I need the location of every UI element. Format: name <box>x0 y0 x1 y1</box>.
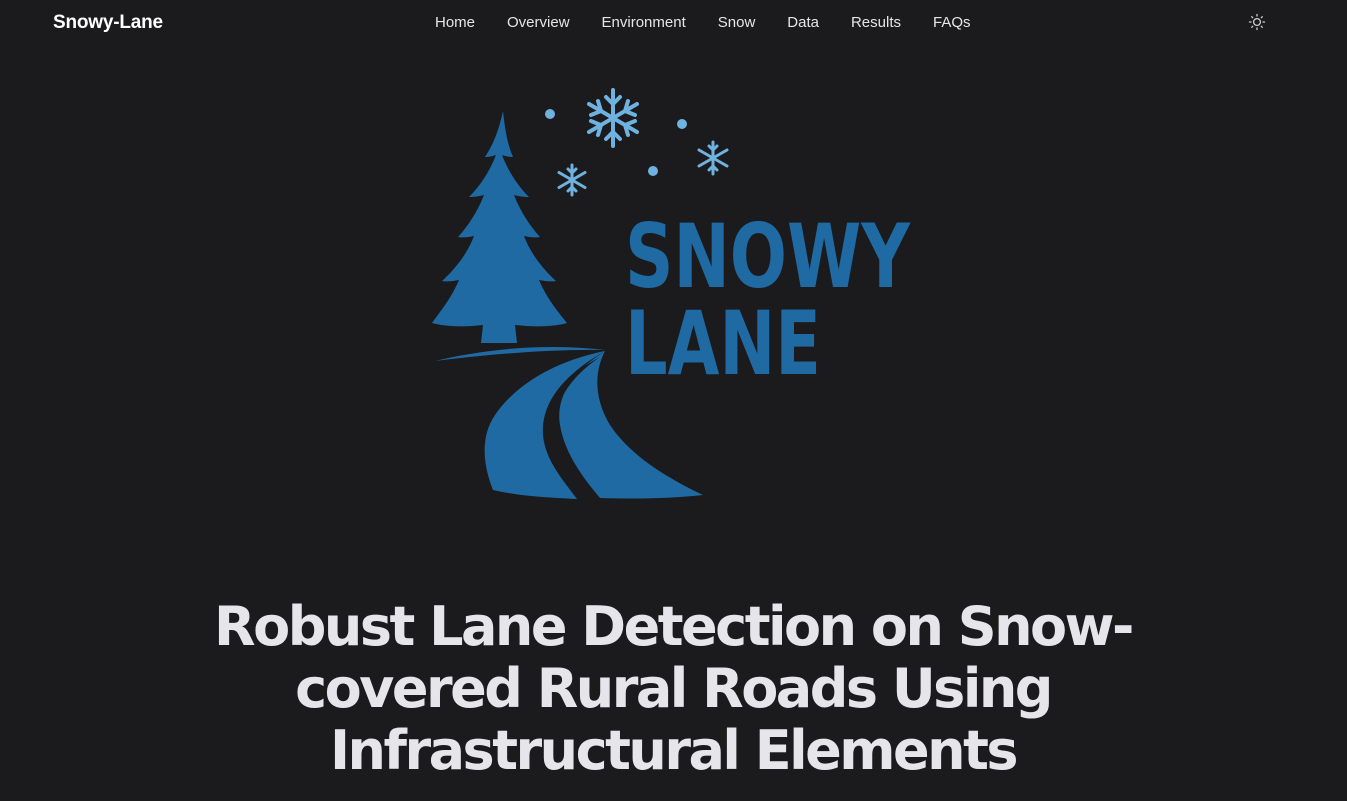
navbar: Snowy-Lane Home Overview Environment Sno… <box>0 0 1347 46</box>
snowflake-icon <box>697 140 729 176</box>
brand-link[interactable]: Snowy-Lane <box>53 12 163 34</box>
snowy-lane-logo: SNOWY LANE <box>425 85 925 505</box>
logo-word-lane: LANE <box>625 292 821 395</box>
nav-link-data[interactable]: Data <box>787 14 819 31</box>
hero-title: Robust Lane Detection on Snow-covered Ru… <box>214 595 1134 782</box>
nav-link-results[interactable]: Results <box>851 14 901 31</box>
snowflake-icon <box>557 163 587 197</box>
pine-tree-icon <box>432 111 567 343</box>
nav-link-home[interactable]: Home <box>435 14 475 31</box>
nav-link-overview[interactable]: Overview <box>507 14 570 31</box>
sun-icon <box>1248 13 1266 31</box>
nav-link-faqs[interactable]: FAQs <box>933 14 971 31</box>
nav-link-snow[interactable]: Snow <box>718 14 756 31</box>
nav-link-environment[interactable]: Environment <box>602 14 686 31</box>
nav-links: Home Overview Environment Snow Data Resu… <box>435 14 971 31</box>
snowflake-icon <box>587 88 639 148</box>
theme-toggle-button[interactable] <box>1248 13 1266 31</box>
